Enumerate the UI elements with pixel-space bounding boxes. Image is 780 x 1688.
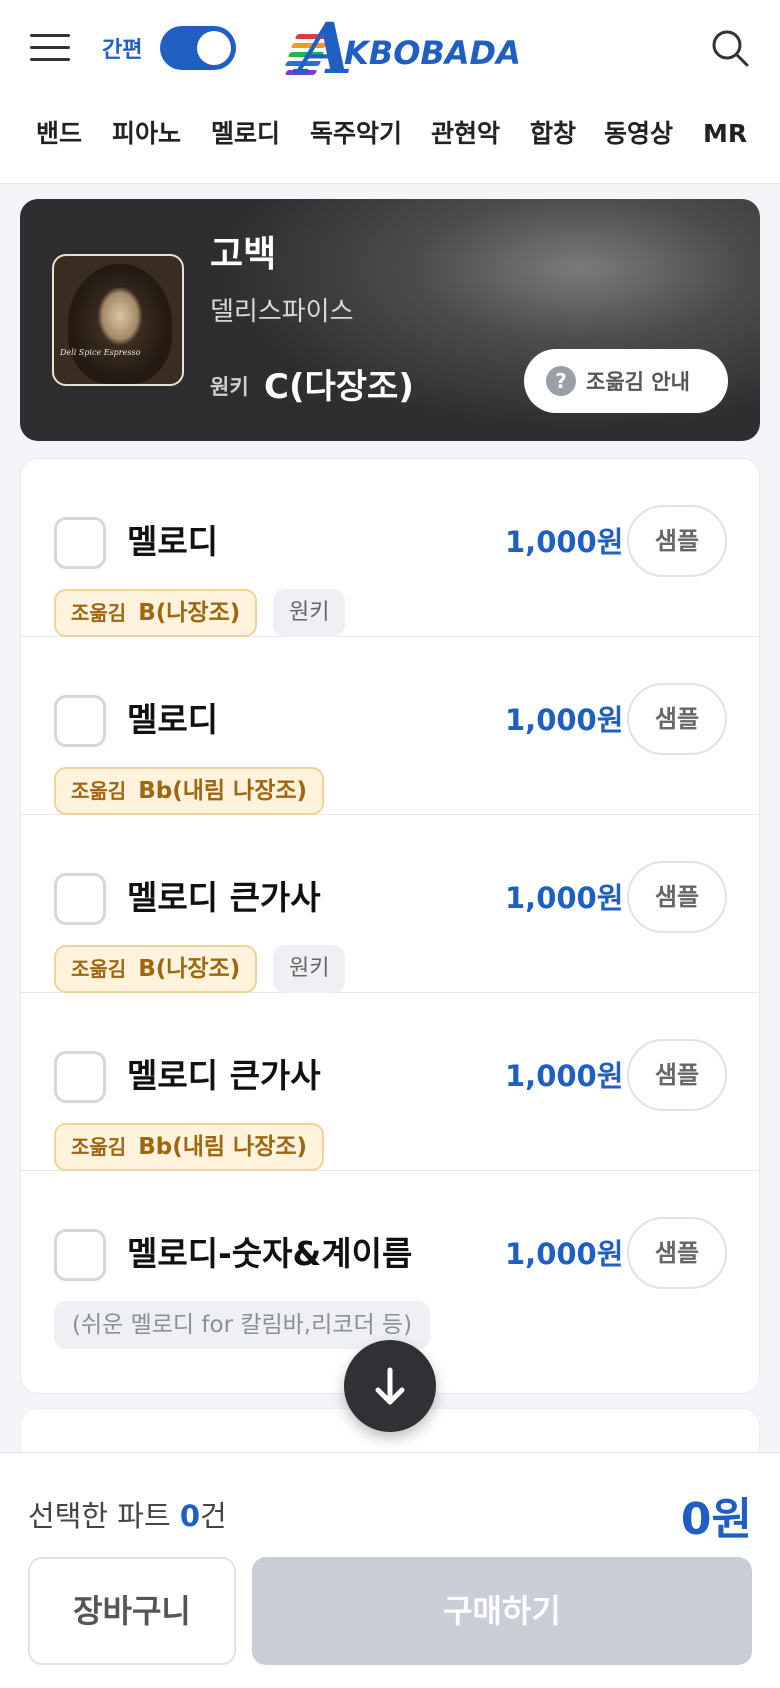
list-item: 멜로디 큰가사 1,000원 샘플 조옮김 B(나장조) 원키 (21, 815, 759, 993)
list-item: 멜로디 큰가사 1,000원 샘플 조옮김 Bb(내림 나장조) (21, 993, 759, 1171)
transpose-badge: 조옮김 B(나장조) (54, 945, 258, 993)
sample-button[interactable]: 샘플 (627, 861, 727, 933)
transpose-badge-prefix: 조옮김 (71, 957, 127, 981)
list-item: 멜로디-숫자&계이름 1,000원 샘플 (쉬운 멜로디 for 칼림바,리코더… (21, 1171, 759, 1349)
toggle-knob (197, 31, 231, 65)
page: 간편 A KBOBADA 밴드 피아노 멜로디 독주악기 관현악 합창 동영상 (0, 0, 780, 1688)
nav-item-video[interactable]: 동영상 (604, 112, 673, 156)
part-checkbox[interactable] (54, 695, 106, 747)
transpose-badge-key: Bb(내림 나장조) (138, 778, 308, 804)
part-name: 멜로디 큰가사 (127, 1056, 321, 1095)
part-price: 1,000원 (505, 1237, 624, 1271)
nav-item-mr[interactable]: MR (703, 112, 747, 156)
purchase-bar: 선택한 파트 0건 0원 장바구니 구매하기 (0, 1452, 780, 1688)
part-name: 멜로디 (127, 522, 219, 561)
original-key-value: C(다장조) (264, 367, 414, 407)
cart-button[interactable]: 장바구니 (28, 1557, 236, 1665)
selected-prefix: 선택한 파트 (28, 1499, 180, 1533)
selected-count: 0 (179, 1499, 201, 1533)
part-name: 멜로디 큰가사 (127, 878, 321, 917)
transpose-guide-label: 조옮김 안내 (586, 370, 690, 394)
part-price: 1,000원 (505, 881, 624, 915)
sample-button[interactable]: 샘플 (627, 1217, 727, 1289)
transpose-badge-key: B(나장조) (138, 956, 241, 982)
simple-mode-toggle[interactable] (160, 26, 236, 70)
original-key-label: 원키 (210, 375, 249, 399)
original-key-badge: 원키 (273, 945, 346, 993)
transpose-badge-key: B(나장조) (138, 600, 241, 626)
original-key-badge: 원키 (273, 589, 346, 637)
scroll-down-button[interactable] (344, 1340, 436, 1432)
transpose-badge: 조옮김 Bb(내림 나장조) (54, 767, 325, 815)
song-title: 고백 (210, 234, 277, 275)
transpose-badge: 조옮김 B(나장조) (54, 589, 258, 637)
part-price: 1,000원 (505, 703, 624, 737)
question-icon: ? (546, 366, 576, 396)
total-price: 0원 (680, 1494, 752, 1545)
arrow-down-icon (375, 1367, 405, 1405)
search-icon[interactable] (710, 28, 750, 68)
cover-portrait (68, 264, 172, 384)
nav-item-melody[interactable]: 멜로디 (211, 112, 280, 156)
part-list: 멜로디 1,000원 샘플 조옮김 B(나장조) 원키 멜로디 1,000원 샘플… (20, 458, 760, 1394)
sample-button[interactable]: 샘플 (627, 683, 727, 755)
album-cover: Deli Spice Espresso (52, 254, 184, 386)
nav-item-solo-instrument[interactable]: 독주악기 (310, 112, 402, 156)
selected-parts-summary: 선택한 파트 0건 (28, 1493, 227, 1535)
transpose-badge-prefix: 조옮김 (71, 601, 127, 625)
transpose-badge-prefix: 조옮김 (71, 779, 127, 803)
top-header: 간편 A KBOBADA 밴드 피아노 멜로디 독주악기 관현악 합창 동영상 (0, 0, 780, 184)
part-checkbox[interactable] (54, 517, 106, 569)
nav-item-orchestra[interactable]: 관현악 (431, 112, 500, 156)
song-info-card: Deli Spice Espresso 고백 델리스파이스 원키 C(다장조) … (20, 199, 760, 441)
menu-icon[interactable] (30, 30, 70, 64)
buy-button[interactable]: 구매하기 (252, 1557, 752, 1665)
list-item: 멜로디 1,000원 샘플 조옮김 Bb(내림 나장조) (21, 637, 759, 815)
part-price: 1,000원 (505, 1059, 624, 1093)
selected-suffix: 건 (200, 1499, 227, 1533)
transpose-badge-prefix: 조옮김 (71, 1135, 127, 1159)
cover-signature: Deli Spice Espresso (60, 348, 141, 357)
sample-button[interactable]: 샘플 (627, 1039, 727, 1111)
transpose-badge: 조옮김 Bb(내림 나장조) (54, 1123, 325, 1171)
category-nav: 밴드 피아노 멜로디 독주악기 관현악 합창 동영상 MR (0, 112, 780, 162)
nav-item-choir[interactable]: 합창 (530, 112, 576, 156)
part-checkbox[interactable] (54, 1229, 106, 1281)
part-checkbox[interactable] (54, 1051, 106, 1103)
list-item: 멜로디 1,000원 샘플 조옮김 B(나장조) 원키 (21, 459, 759, 637)
logo-text: KBOBADA (344, 34, 521, 72)
song-artist: 델리스파이스 (210, 297, 354, 327)
akbobada-logo[interactable]: A KBOBADA (284, 8, 521, 90)
part-price: 1,000원 (505, 525, 624, 559)
nav-item-band[interactable]: 밴드 (36, 112, 82, 156)
part-checkbox[interactable] (54, 873, 106, 925)
sample-button[interactable]: 샘플 (627, 505, 727, 577)
part-name: 멜로디 (127, 700, 219, 739)
transpose-guide-button[interactable]: ? 조옮김 안내 (524, 349, 728, 413)
transpose-badge-key: Bb(내림 나장조) (138, 1134, 308, 1160)
part-name: 멜로디-숫자&계이름 (127, 1234, 413, 1273)
simple-mode-label: 간편 (102, 38, 143, 63)
nav-item-piano[interactable]: 피아노 (112, 112, 181, 156)
